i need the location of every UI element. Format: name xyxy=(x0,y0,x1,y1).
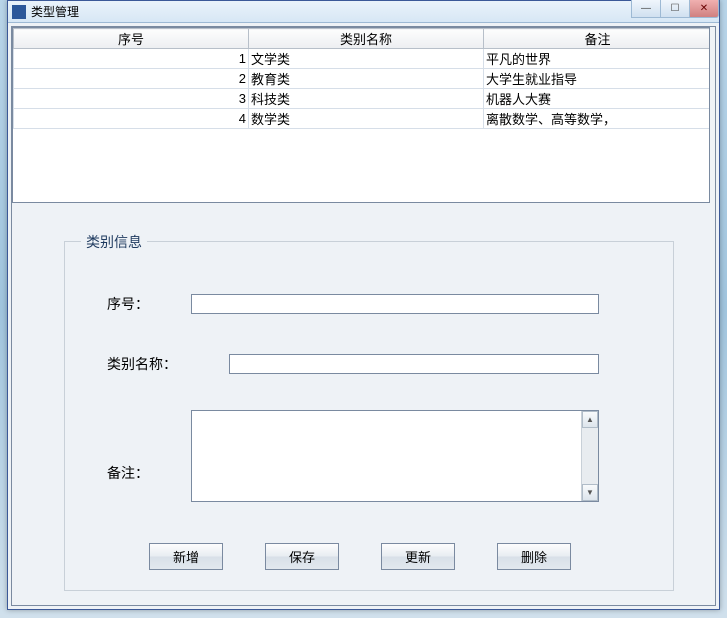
cell-note[interactable]: 机器人大赛 xyxy=(484,89,711,109)
main-window: 类型管理 — ☐ ✕ 序号 类别名称 xyxy=(7,0,720,610)
cell-note[interactable]: 大学生就业指导 xyxy=(484,69,711,89)
note-scrollbar[interactable]: ▲ ▼ xyxy=(581,411,598,501)
window-controls: — ☐ ✕ xyxy=(632,0,719,18)
table-row[interactable]: 1文学类平凡的世界 xyxy=(14,49,711,69)
id-label: 序号： xyxy=(107,294,191,314)
category-grid[interactable]: 序号 类别名称 备注 1文学类平凡的世界2教育类大学生就业指导3科技类机器人大赛… xyxy=(12,27,710,203)
maximize-button[interactable]: ☐ xyxy=(660,0,690,18)
close-button[interactable]: ✕ xyxy=(689,0,719,18)
client-area: 序号 类别名称 备注 1文学类平凡的世界2教育类大学生就业指导3科技类机器人大赛… xyxy=(8,23,719,609)
cell-note[interactable]: 离散数学、高等数学， xyxy=(484,109,711,129)
cell-id[interactable]: 1 xyxy=(14,49,249,69)
cell-id[interactable]: 3 xyxy=(14,89,249,109)
cell-name[interactable]: 教育类 xyxy=(249,69,484,89)
col-name[interactable]: 类别名称 xyxy=(249,29,484,49)
scroll-down-icon[interactable]: ▼ xyxy=(582,484,598,501)
category-info-fieldset: 类别信息 序号： 类别名称： 备注： ▲ ▼ xyxy=(64,241,674,591)
update-button[interactable]: 更新 xyxy=(381,543,455,570)
col-note[interactable]: 备注 xyxy=(484,29,711,49)
titlebar[interactable]: 类型管理 — ☐ ✕ xyxy=(8,1,719,23)
delete-button[interactable]: 删除 xyxy=(497,543,571,570)
inner-panel: 序号 类别名称 备注 1文学类平凡的世界2教育类大学生就业指导3科技类机器人大赛… xyxy=(11,26,716,606)
window-title: 类型管理 xyxy=(31,3,79,20)
table-row[interactable]: 4数学类离散数学、高等数学， xyxy=(14,109,711,129)
note-textarea-wrap: ▲ ▼ xyxy=(191,410,599,502)
save-button[interactable]: 保存 xyxy=(265,543,339,570)
row-note: 备注： ▲ ▼ xyxy=(107,410,599,502)
scroll-up-icon[interactable]: ▲ xyxy=(582,411,598,428)
col-id[interactable]: 序号 xyxy=(14,29,249,49)
table-row[interactable]: 3科技类机器人大赛 xyxy=(14,89,711,109)
name-input[interactable] xyxy=(229,354,599,374)
cell-name[interactable]: 科技类 xyxy=(249,89,484,109)
cell-id[interactable]: 4 xyxy=(14,109,249,129)
cell-id[interactable]: 2 xyxy=(14,69,249,89)
app-icon xyxy=(12,5,26,19)
cell-note[interactable]: 平凡的世界 xyxy=(484,49,711,69)
table-row[interactable]: 2教育类大学生就业指导 xyxy=(14,69,711,89)
minimize-button[interactable]: — xyxy=(631,0,661,18)
button-row: 新增 保存 更新 删除 xyxy=(149,543,571,570)
note-textarea[interactable] xyxy=(192,411,581,501)
cell-name[interactable]: 文学类 xyxy=(249,49,484,69)
id-input[interactable] xyxy=(191,294,599,314)
add-button[interactable]: 新增 xyxy=(149,543,223,570)
cell-name[interactable]: 数学类 xyxy=(249,109,484,129)
row-name: 类别名称： xyxy=(107,354,599,374)
grid-header-row: 序号 类别名称 备注 xyxy=(14,29,711,49)
row-id: 序号： xyxy=(107,294,599,314)
note-label: 备注： xyxy=(107,429,191,483)
fieldset-legend: 类别信息 xyxy=(81,232,147,252)
name-label: 类别名称： xyxy=(107,354,229,374)
